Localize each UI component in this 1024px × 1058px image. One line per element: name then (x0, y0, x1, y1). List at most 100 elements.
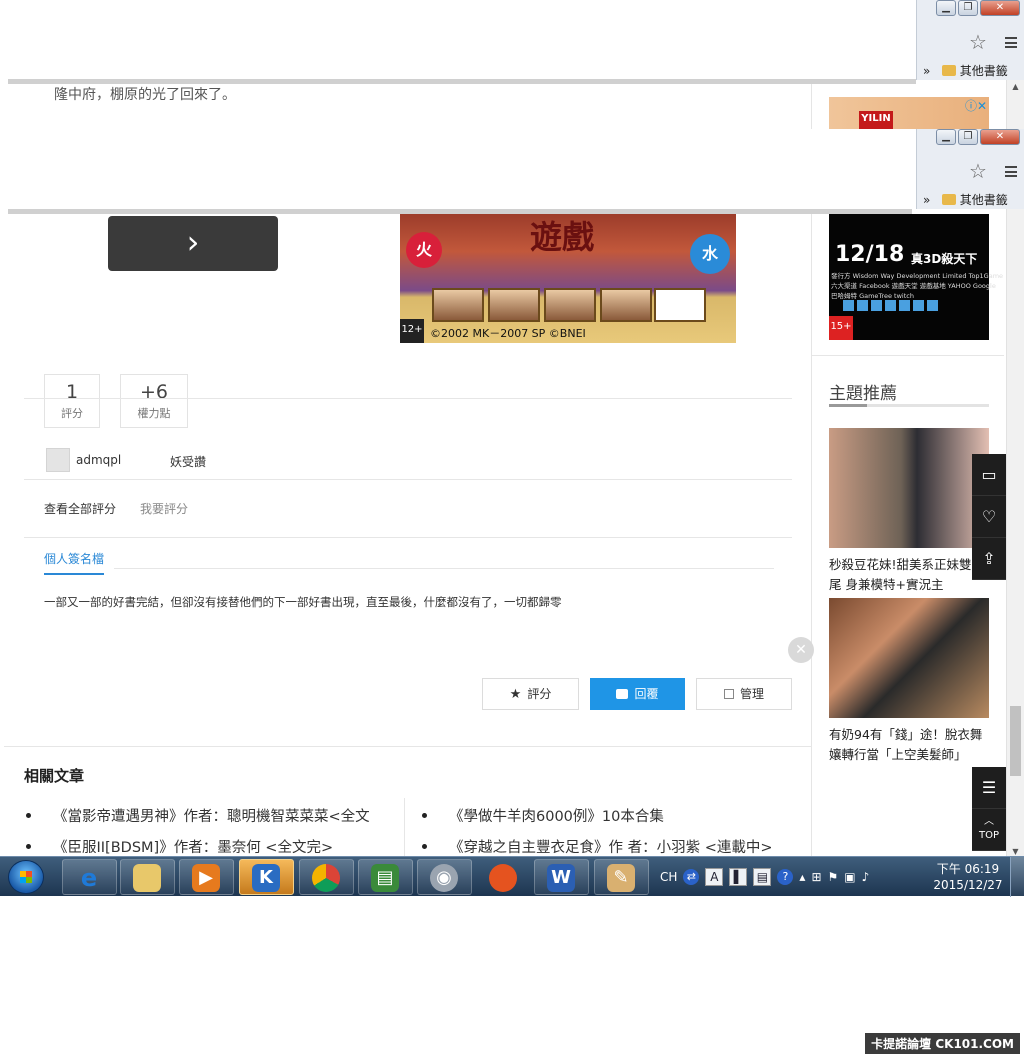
related-articles-title: 相關文章 (24, 767, 85, 785)
rater-comment: 妖受讚 (170, 455, 207, 469)
network-icon[interactable]: ▣ (844, 870, 855, 884)
system-tray: CH ⇄ A ▌ ▤ ? ▴ ⊞ ⚑ ▣ ♪ (660, 863, 869, 891)
monitor-icon: ▤ (371, 864, 399, 892)
taskbar-app-ie[interactable]: e (62, 859, 117, 895)
ime-icon[interactable]: ⇄ (683, 869, 700, 885)
list-item[interactable]: 《學做牛羊肉6000例》10本合集 (422, 805, 664, 826)
taskbar-app-chrome[interactable] (299, 859, 354, 895)
scrollbar-thumb[interactable] (1010, 706, 1021, 776)
paint-icon: ✎ (607, 864, 635, 892)
rate-link[interactable]: 我要評分 (140, 500, 188, 517)
floating-nav-bar: ☰ ︿ TOP (972, 767, 1006, 851)
restore-button[interactable]: ❐ (958, 129, 978, 145)
ad-info-icon[interactable]: ⓘ✕ (965, 97, 987, 114)
recommend-caption[interactable]: 秒殺豆花妹!甜美系正妹雙馬尾 身兼模特+實況主 (829, 555, 989, 595)
bookmarks-folder[interactable]: 其他書籤 (960, 64, 1008, 78)
chevron-right-icon[interactable]: » (923, 193, 930, 207)
menu-icon[interactable] (1005, 37, 1017, 48)
restore-button[interactable]: ❐ (958, 0, 978, 16)
start-button[interactable] (8, 860, 44, 894)
chevron-up-icon[interactable]: ▴ (799, 870, 805, 884)
tab-signature[interactable]: 個人簽名檔 (44, 550, 105, 575)
character-portrait (654, 288, 706, 322)
bullet-icon (422, 813, 427, 818)
close-button[interactable]: ✕ (980, 129, 1020, 145)
taskbar-app-media[interactable]: ▶ (179, 859, 234, 895)
age-rating-badge: 15+ (829, 316, 853, 340)
bullet-icon (422, 844, 427, 849)
chevron-right-icon: › (186, 223, 200, 261)
list-item-label: 《學做牛羊肉6000例》10本合集 (449, 809, 664, 825)
flag-icon[interactable]: ⚑ (828, 870, 839, 884)
scroll-up-icon[interactable]: ▲ (1007, 82, 1024, 91)
volume-icon[interactable]: ♪ (862, 870, 870, 884)
divider (404, 798, 405, 858)
rate-button[interactable]: ★ 評分 (482, 678, 579, 710)
windows-flag-icon[interactable]: ⊞ (811, 870, 821, 884)
shield-icon: K (252, 864, 280, 892)
manage-button[interactable]: 管理 (696, 678, 792, 710)
taskbar-app-shield[interactable]: K (239, 859, 294, 895)
windows-taskbar: e ▶ K ▤ ◉ W ✎ CH ⇄ A ▌ ▤ ? ▴ ⊞ ⚑ ▣ ♪ 下午 … (0, 856, 1024, 897)
list-icon[interactable]: ☰ (972, 767, 1006, 809)
ad-line: 巴哈姆特 GameTree twitch (831, 292, 914, 300)
font-icon[interactable]: A (705, 868, 724, 886)
star-icon[interactable]: ☆ (969, 159, 987, 183)
bullet-icon (26, 813, 31, 818)
halfwidth-icon[interactable]: ▌ (729, 868, 748, 886)
system-clock[interactable]: 下午 06:19 2015/12/27 (930, 861, 1006, 893)
list-item[interactable]: 《穿越之自主豐衣足食》作 者：小羽紫 <連載中> (422, 836, 773, 857)
sidebar-game-ad[interactable]: 12/18 真3D殺天下 發行方 Wisdom Way Development … (829, 214, 1003, 340)
chrome-icon (312, 864, 340, 892)
ad-headline: 真3D殺天下 (911, 252, 978, 266)
heart-icon[interactable]: ♡ (972, 496, 1006, 538)
checkbox-icon (723, 689, 734, 699)
recommend-thumbnail[interactable] (829, 598, 989, 718)
ad-line: 六大渠道 Facebook 遊戲天堂 遊戲基地 YAHOO Google (831, 282, 996, 290)
next-arrow-button[interactable]: › (108, 216, 278, 271)
help-icon[interactable]: ? (777, 869, 794, 885)
sidebar-top-ad[interactable]: YILIN ⓘ✕ (829, 97, 989, 129)
taskbar-app-paint[interactable]: ✎ (594, 859, 649, 895)
list-item-label: 《穿越之自主豐衣足食》作 者：小羽紫 <連載中> (449, 840, 773, 856)
back-to-top-button[interactable]: ︿ TOP (972, 809, 1006, 851)
close-button[interactable]: ✕ (980, 0, 1020, 16)
taskbar-app-speaker[interactable]: ◉ (417, 859, 472, 895)
comment-icon[interactable]: ▭ (972, 454, 1006, 496)
taskbar-app-explorer[interactable] (120, 859, 175, 895)
show-desktop-button[interactable] (1010, 857, 1024, 897)
star-icon[interactable]: ☆ (969, 30, 987, 54)
reply-button[interactable]: 回覆 (590, 678, 685, 710)
clock-time: 下午 06:19 (936, 862, 1000, 876)
taskbar-app-monitor[interactable]: ▤ (358, 859, 413, 895)
bullet-icon (26, 844, 31, 849)
menu-icon[interactable] (1005, 166, 1017, 177)
minimize-button[interactable]: ▁ (936, 0, 956, 16)
scroll-down-icon[interactable]: ▼ (1007, 847, 1024, 856)
floating-action-bar: ▭ ♡ ⇪ (972, 454, 1006, 580)
language-indicator[interactable]: CH (660, 870, 677, 884)
minimize-button[interactable]: ▁ (936, 129, 956, 145)
partner-logos (843, 300, 938, 311)
softkbd-icon[interactable]: ▤ (753, 868, 772, 886)
reply-button-label: 回覆 (634, 687, 659, 701)
game-banner-ad[interactable]: 遊戲 火 水 12+ ©2002 MK－2007 SP ©BNEI (400, 212, 736, 343)
power-points-box: +6 權力點 (120, 374, 188, 428)
ad-copyright: ©2002 MK－2007 SP ©BNEI (430, 327, 586, 340)
bookmarks-folder[interactable]: 其他書籤 (960, 193, 1008, 207)
view-all-ratings-link[interactable]: 查看全部評分 (44, 500, 116, 517)
taskbar-app-firefox[interactable] (476, 859, 531, 895)
recommend-thumbnail[interactable] (829, 428, 989, 548)
chevron-right-icon[interactable]: » (923, 64, 930, 78)
list-item[interactable]: 《當影帝遭遇男神》作者：聰明機智菜菜菜<全文 (26, 805, 370, 826)
share-icon[interactable]: ⇪ (972, 538, 1006, 580)
rater-name[interactable]: admqpl (76, 453, 121, 467)
close-icon[interactable]: ✕ (788, 637, 814, 663)
list-item[interactable]: 《臣服II[BDSM]》作者：墨奈何 <全文完> (26, 836, 333, 857)
taskbar-app-word[interactable]: W (534, 859, 589, 895)
folder-icon (941, 65, 956, 76)
avatar[interactable] (46, 448, 70, 472)
recommend-caption[interactable]: 有奶94有「錢」途！脫衣舞孃轉行當「上空美髮師」 (829, 725, 989, 765)
media-player-icon: ▶ (192, 864, 220, 892)
list-item-label: 《當影帝遭遇男神》作者：聰明機智菜菜菜<全文 (53, 809, 370, 825)
